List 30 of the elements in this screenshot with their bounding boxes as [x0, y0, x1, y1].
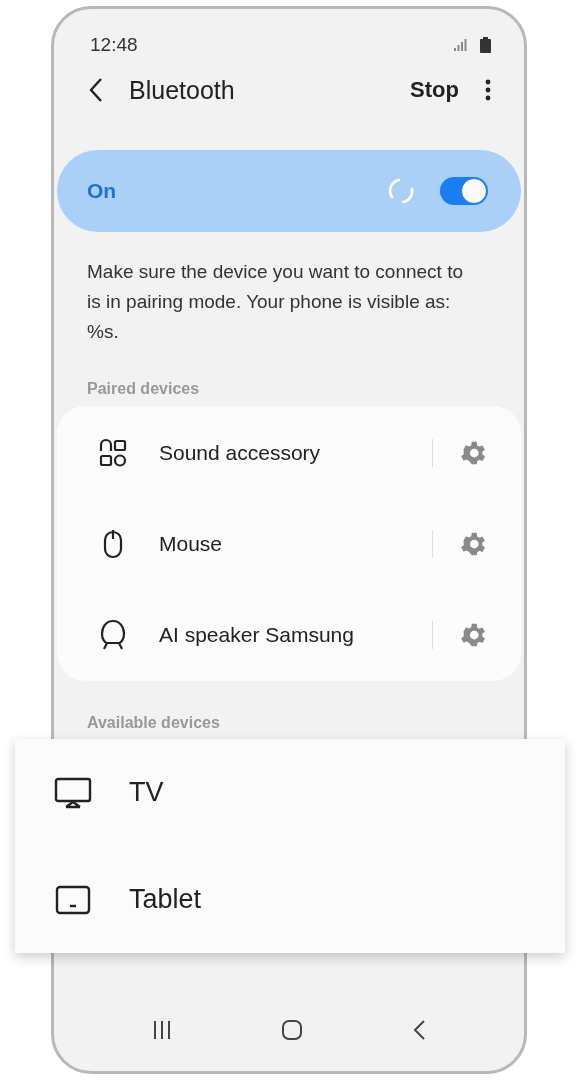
toggle-switch[interactable] [440, 177, 488, 205]
toggle-label: On [87, 179, 118, 203]
device-row[interactable]: Mouse [57, 498, 521, 589]
tv-icon [54, 776, 92, 809]
mouse-icon [102, 528, 124, 559]
device-name: Mouse [159, 531, 224, 556]
battery-icon [480, 37, 491, 53]
device-name: AI speaker Samsung [159, 622, 355, 647]
device-row[interactable]: TV [15, 742, 565, 843]
devices-icon [98, 437, 128, 468]
loading-spinner-icon [386, 176, 416, 206]
device-row[interactable]: AI speaker Samsung [57, 589, 521, 680]
section-header: Available devices [87, 714, 221, 732]
status-time: 12:48 [90, 34, 138, 56]
device-row[interactable]: Tablet [15, 849, 565, 950]
tablet-icon [55, 884, 91, 915]
page-title: Bluetooth [129, 75, 236, 105]
more-options-button[interactable] [483, 77, 493, 103]
description-text: Make sure the device you want to connect to is in pairing mode. Your phone is visible as: %s. [87, 260, 464, 344]
device-row[interactable]: Sound accessory [57, 407, 521, 498]
home-icon[interactable] [281, 1019, 303, 1041]
section-header: Paired devices [87, 380, 201, 398]
device-name: Sound accessory [159, 440, 322, 465]
device-name: TV [129, 777, 164, 808]
signal-icon [454, 39, 468, 51]
stop-button[interactable]: Stop [410, 77, 459, 103]
device-name: Tablet [129, 884, 202, 915]
back-icon[interactable] [412, 1019, 427, 1041]
speaker-icon [100, 618, 126, 651]
recent-apps-icon[interactable] [151, 1020, 172, 1040]
